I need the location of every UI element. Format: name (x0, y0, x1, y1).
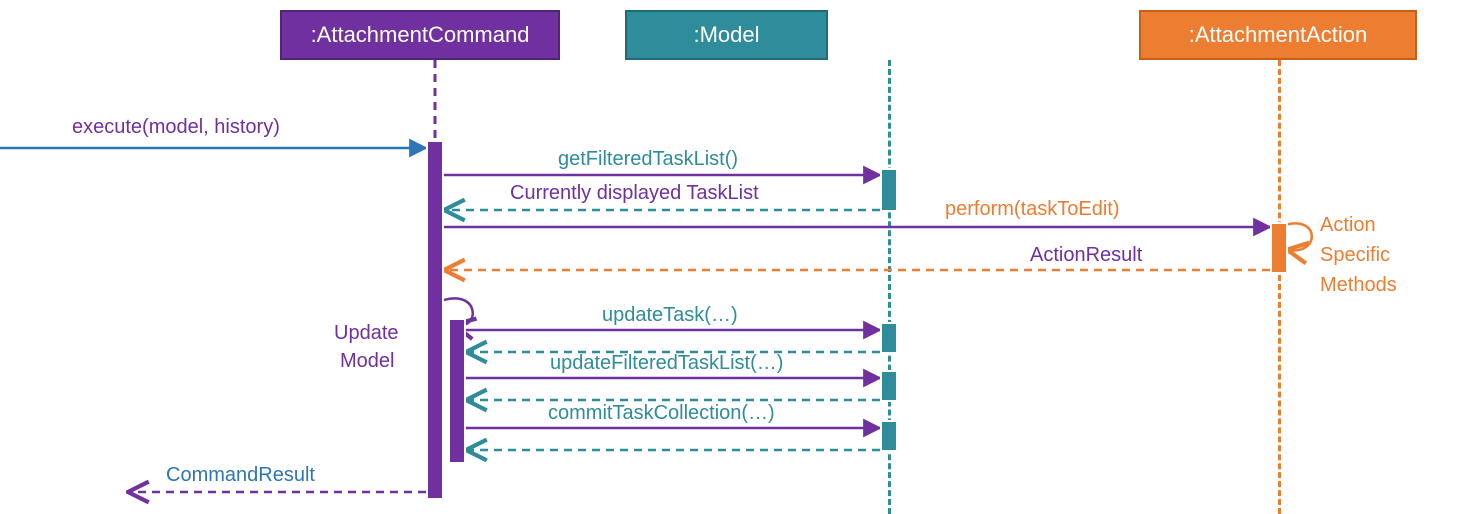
label-action-specific-1: Action (1320, 214, 1376, 237)
activation-update-model (448, 318, 466, 464)
label-update-model-1: Update (334, 322, 399, 345)
label-getfiltered: getFilteredTaskList() (558, 148, 738, 171)
activation-attachment-command (426, 140, 444, 500)
diagram-canvas (0, 0, 1459, 514)
lifeline-header-model: :Model (625, 10, 828, 60)
activation-model-getfiltered (880, 168, 898, 212)
activation-model-updatetask (880, 322, 898, 354)
label-action-result: ActionResult (1030, 244, 1142, 267)
label-commandresult: CommandResult (166, 464, 315, 487)
label-execute: execute(model, history) (72, 116, 280, 139)
lifeline-header-attachment-command: :AttachmentCommand (280, 10, 560, 60)
label-updatetask: updateTask(…) (602, 304, 738, 327)
label-action-specific-3: Methods (1320, 274, 1397, 297)
activation-model-commit (880, 420, 898, 452)
label-action-specific-2: Specific (1320, 244, 1390, 267)
label-updatefilteredtasklist: updateFilteredTaskList(…) (550, 352, 783, 375)
activation-model-updatefiltered (880, 370, 898, 402)
label-currently-displayed: Currently displayed TaskList (510, 182, 759, 205)
lifeline-header-attachment-action: :AttachmentAction (1139, 10, 1417, 60)
label-update-model-2: Model (340, 350, 394, 373)
label-committaskcollection: commitTaskCollection(…) (548, 402, 775, 425)
activation-attachment-action (1270, 222, 1288, 274)
label-perform: perform(taskToEdit) (945, 198, 1120, 221)
lifeline-attachment-action (1278, 60, 1281, 514)
